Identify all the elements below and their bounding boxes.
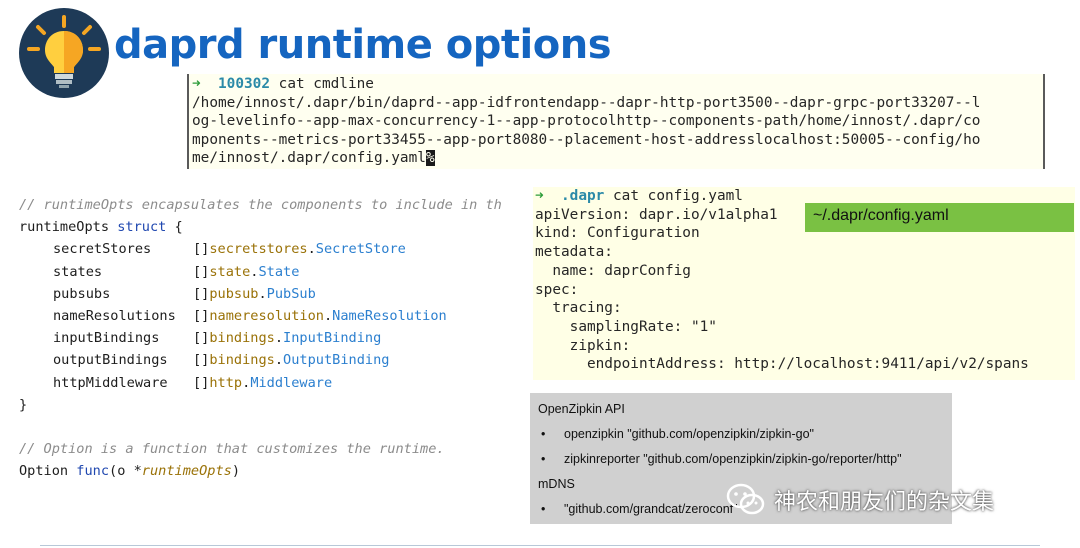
terminal-output-line: me/innost/.dapr/config.yaml	[192, 150, 426, 167]
func-keyword: func	[76, 463, 110, 480]
package-name: pubsub	[209, 285, 259, 302]
option-name: Option	[19, 463, 69, 480]
prompt-directory: .dapr	[561, 188, 605, 204]
bullet-icon: •	[541, 427, 546, 441]
terminal-output-line: mponents--metrics-port33455--app-port808…	[192, 131, 981, 148]
prompt-arrow-icon: ➜	[535, 188, 544, 204]
code-comment: // Option is a function that customizes …	[19, 441, 445, 458]
package-name: nameresolution	[209, 308, 324, 325]
struct-field-row: secretStores []secretstores.SecretStore	[19, 238, 530, 260]
package-name: secretstores	[209, 241, 308, 258]
bullet-text: "github.com/grandcat/zeroconf"	[564, 502, 738, 516]
package-name: bindings	[209, 330, 275, 347]
func-param-type: runtimeOpts	[141, 463, 232, 480]
yaml-line: kind: Configuration	[535, 225, 700, 242]
close-brace: }	[19, 396, 28, 413]
func-param-close: )	[231, 463, 241, 480]
bullet-item: • zipkinreporter "github.com/openzipkin/z…	[538, 452, 952, 477]
func-type-declaration: Option func(o *runtimeOpts)	[19, 460, 530, 482]
terminal-command: cat cmdline	[278, 76, 374, 92]
struct-field-row: outputBindings []bindings.OutputBinding	[19, 349, 530, 371]
slice-prefix: []	[193, 241, 210, 258]
lightbulb-logo-icon	[18, 7, 110, 99]
type-name: InputBinding	[283, 330, 382, 347]
yaml-line: tracing:	[535, 300, 622, 317]
slice-prefix: []	[193, 330, 210, 347]
terminal-output-line: og-levelinfo--app-max-concurrency-1--app…	[192, 113, 981, 130]
yaml-line: samplingRate: "1"	[535, 318, 717, 335]
type-name: State	[258, 263, 300, 280]
yaml-line: name: daprConfig	[535, 262, 691, 279]
field-name: nameResolutions	[53, 308, 176, 325]
code-comment: // runtimeOpts encapsulates the componen…	[19, 197, 502, 213]
type-name: NameResolution	[332, 308, 447, 325]
type-name: PubSub	[266, 285, 316, 302]
yaml-line: endpointAddress: http://localhost:9411/a…	[535, 356, 1029, 373]
watermark: 神农和朋友们的杂文集	[726, 480, 994, 520]
struct-field-row: nameResolutions []nameresolution.NameReso…	[19, 305, 530, 327]
slice-prefix: []	[193, 352, 210, 369]
terminal-output-line: /home/innost/.dapr/bin/daprd--app-idfron…	[192, 94, 981, 111]
openzipkin-heading: OpenZipkin API	[538, 402, 625, 416]
bullet-text: zipkinreporter "github.com/openzipkin/zi…	[564, 452, 902, 466]
slice-prefix: []	[193, 285, 210, 302]
type-name: SecretStore	[315, 241, 406, 258]
cmdline-terminal: ➜ 100302 cat cmdline /home/innost/.dapr/…	[187, 74, 1045, 169]
bullet-icon: •	[541, 452, 546, 466]
open-brace: {	[174, 219, 183, 236]
slice-prefix: []	[193, 308, 210, 325]
footer-divider	[40, 545, 1040, 546]
slide-title: daprd runtime options	[114, 22, 612, 68]
struct-keyword: struct	[117, 219, 167, 236]
prompt-directory: 100302	[218, 76, 270, 92]
terminal-cursor: %	[425, 150, 435, 167]
field-name: inputBindings	[53, 330, 160, 347]
yaml-line: metadata:	[535, 244, 613, 261]
slice-prefix: []	[193, 374, 210, 391]
func-param-open: (o *	[109, 463, 142, 480]
yaml-line: spec:	[535, 281, 579, 298]
bullet-item: • openzipkin "github.com/openzipkin/zipki…	[538, 427, 952, 452]
prompt-arrow-icon: ➜	[192, 76, 201, 92]
struct-field-row: inputBindings []bindings.InputBinding	[19, 327, 530, 349]
yaml-line: apiVersion: dapr.io/v1alpha1	[535, 206, 778, 223]
package-name: state	[209, 263, 251, 280]
bullet-text: openzipkin "github.com/openzipkin/zipkin…	[564, 427, 814, 441]
package-name: bindings	[209, 352, 275, 369]
struct-field-row: pubsubs []pubsub.PubSub	[19, 283, 530, 305]
struct-field-row: httpMiddleware []http.Middleware	[19, 372, 530, 394]
type-name: Middleware	[250, 374, 333, 391]
struct-field-row: states []state.State	[19, 261, 530, 283]
field-name: httpMiddleware	[53, 374, 168, 391]
package-name: http	[209, 374, 243, 391]
wechat-icon	[726, 483, 765, 515]
struct-declaration: runtimeOpts struct {	[19, 216, 530, 238]
field-name: pubsubs	[53, 285, 111, 302]
yaml-line: zipkin:	[535, 337, 631, 354]
terminal-command: cat config.yaml	[613, 188, 743, 204]
bullet-icon: •	[541, 502, 546, 516]
go-code-block: // runtimeOpts encapsulates the componen…	[19, 194, 530, 483]
field-name: outputBindings	[53, 352, 168, 369]
watermark-text: 神农和朋友们的杂文集	[774, 490, 995, 515]
config-path-badge: ~/.dapr/config.yaml	[805, 203, 1074, 232]
field-name: secretStores	[53, 241, 152, 258]
struct-fields: secretStores []secretstores.SecretStore st…	[19, 238, 530, 393]
slice-prefix: []	[193, 263, 210, 280]
type-name: OutputBinding	[283, 352, 390, 369]
field-name: states	[53, 263, 103, 280]
struct-name: runtimeOpts	[19, 219, 110, 236]
